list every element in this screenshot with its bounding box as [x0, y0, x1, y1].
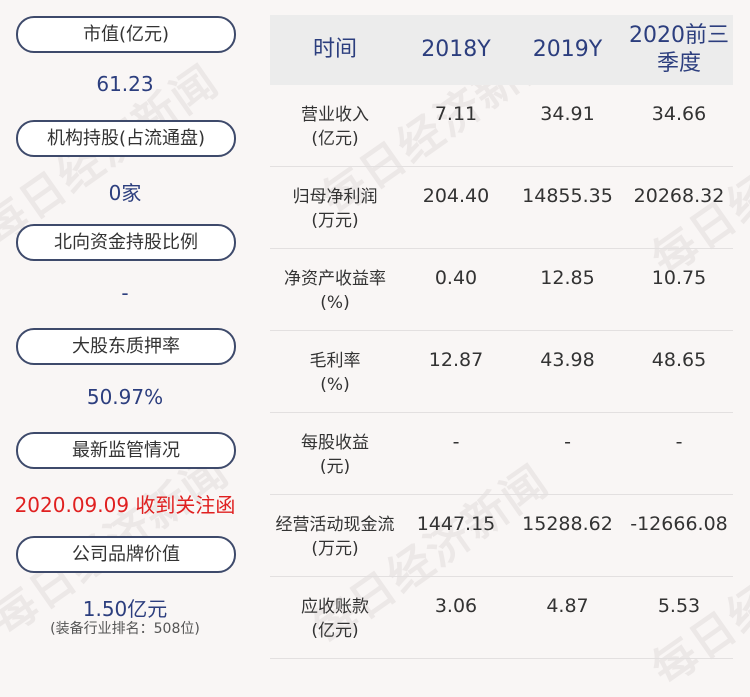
header-2018: 2018Y: [421, 37, 491, 62]
brand-rank-note: (装备行业排名：508位): [50, 621, 200, 637]
cell: 10.75: [651, 267, 707, 289]
left-panel: 市值(亿元) 61.23 机构持股(占流通盘) 0家 北向资金持股比例 - 大股…: [0, 0, 250, 667]
table-row: 净资产收益率 (%) 0.40 12.85 10.75: [270, 249, 733, 331]
cell: -12666.08: [630, 513, 728, 535]
row-label: 营业收入 (亿元): [301, 105, 369, 149]
row-label: 毛利率 (%): [309, 351, 361, 395]
header-time: 时间: [312, 37, 357, 62]
header-2019: 2019Y: [532, 37, 603, 62]
cell: 34.66: [651, 103, 707, 125]
table-row: 应收账款 (亿元) 3.06 4.87 5.53: [270, 577, 733, 659]
northbound-ratio-label: 北向资金持股比例: [16, 224, 236, 261]
institution-holding-label: 机构持股(占流通盘): [16, 120, 236, 157]
pledge-rate-label: 大股东质押率: [16, 328, 236, 365]
table-row: 营业收入 (亿元) 7.11 34.91 34.66: [270, 85, 733, 167]
cell: 34.91: [540, 103, 595, 125]
market-cap-value: 61.23: [96, 72, 154, 96]
row-label: 归母净利润 (万元): [292, 187, 378, 231]
table-row: 每股收益 (元) - - -: [270, 413, 733, 495]
cell: 14855.35: [522, 185, 613, 207]
regulation-label: 最新监管情况: [16, 432, 236, 469]
institution-holding-value: 0家: [108, 181, 142, 205]
financial-table: 时间 2018Y 2019Y 2020前三季度 营业收入 (亿元) 7.11 34…: [270, 15, 733, 659]
row-label: 净资产收益率 (%): [284, 269, 386, 313]
row-label: 应收账款 (亿元): [301, 597, 369, 641]
pledge-rate-value: 50.97%: [86, 385, 164, 409]
table-row: 经营活动现金流 (万元) 1447.15 15288.62 -12666.08: [270, 495, 733, 577]
cell: 7.11: [434, 103, 478, 125]
cell: 3.06: [434, 595, 478, 617]
table-header: 时间 2018Y 2019Y 2020前三季度: [270, 15, 733, 85]
cell: 15288.62: [522, 513, 613, 535]
cell: 12.87: [428, 349, 484, 371]
cell: 20268.32: [633, 185, 725, 207]
cell: 43.98: [540, 349, 595, 371]
cell: -: [675, 431, 683, 453]
cell: 5.53: [657, 595, 701, 617]
cell: -: [452, 431, 460, 453]
row-label: 每股收益 (元): [301, 433, 369, 477]
cell: -: [564, 431, 571, 453]
cell: 1447.15: [416, 513, 496, 535]
cell: 48.65: [651, 349, 707, 371]
cell: 4.87: [546, 595, 589, 617]
table-row: 归母净利润 (万元) 204.40 14855.35 20268.32: [270, 167, 733, 249]
market-cap-label: 市值(亿元): [16, 16, 236, 53]
regulation-value: 2020.09.09 收到关注函: [14, 493, 236, 517]
row-label: 经营活动现金流 (万元): [275, 515, 395, 559]
cell: 12.85: [540, 267, 595, 289]
header-2020q3: 2020前三季度: [629, 23, 729, 76]
cell: 0.40: [434, 267, 478, 289]
northbound-ratio-value: -: [121, 281, 129, 305]
cell: 204.40: [422, 185, 490, 207]
brand-value-label: 公司品牌价值: [16, 536, 236, 573]
table-row: 毛利率 (%) 12.87 43.98 48.65: [270, 331, 733, 413]
